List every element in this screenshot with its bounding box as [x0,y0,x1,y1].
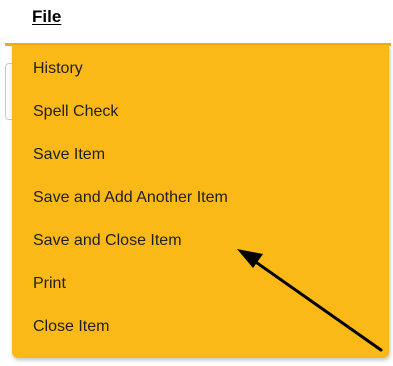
underlying-panel-edge [5,63,12,120]
file-dropdown-menu: History Spell Check Save Item Save and A… [12,45,389,358]
menu-item-spell-check[interactable]: Spell Check [33,103,118,121]
menu-item-save-item[interactable]: Save Item [33,146,105,164]
file-menu-title[interactable]: File [32,7,61,27]
menu-item-history[interactable]: History [33,60,83,78]
menu-item-close-item[interactable]: Close Item [33,318,109,336]
file-menu-screenshot: File History Spell Check Save Item Save … [0,0,393,366]
menu-item-save-and-close-item[interactable]: Save and Close Item [33,232,182,250]
menu-item-save-and-add-another-item[interactable]: Save and Add Another Item [33,189,228,207]
menu-item-print[interactable]: Print [33,275,66,293]
